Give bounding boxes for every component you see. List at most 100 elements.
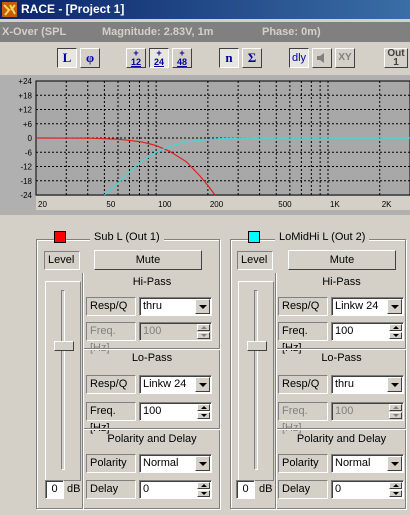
y-tick-label: -12 [20, 163, 32, 172]
channel-1-hp-resp-select[interactable]: thru [139, 297, 212, 316]
channel-1-mute-button[interactable]: Mute [94, 250, 202, 270]
xy-button[interactable]: XY [335, 48, 355, 68]
channel-1-pd-title: Polarity and Delay [107, 433, 197, 445]
spinner-icon[interactable] [389, 482, 402, 497]
slope-12-label: 12 [130, 57, 141, 67]
channel-2-hp-resp-label: Resp/Q [278, 297, 328, 316]
app-icon [2, 2, 17, 17]
speaker-icon[interactable] [312, 48, 332, 68]
channel-1-polarity-label: Polarity [86, 454, 136, 473]
channel-1-lp-freq-label: Freq.[Hz] [86, 402, 136, 434]
channel-2-hp-resp-value: Linkw 24 [335, 300, 379, 312]
channel-2-pd-title: Polarity and Delay [296, 433, 387, 445]
channel-2-lp-freq-value: 100 [335, 405, 354, 417]
y-tick-label: -6 [25, 148, 33, 157]
n-button[interactable]: n [219, 48, 239, 68]
channel-2-level-unit: dB [259, 483, 273, 495]
channel-2-lp-freq-input: 100 [331, 402, 404, 421]
delay-button[interactable]: dly [289, 48, 309, 68]
section-separator [84, 428, 220, 430]
channel-1-hp-resp-value: thru [143, 300, 162, 312]
dropdown-arrow-icon[interactable] [387, 377, 402, 392]
level-view-button[interactable]: L [57, 48, 77, 68]
channel-2-polarity-label: Polarity [278, 454, 328, 473]
channel-2-delay-value: 0 [335, 483, 342, 495]
x-tick-label: 20 [38, 200, 47, 209]
channel-1-delay-label: Delay [86, 480, 136, 499]
channel-2-hp-freq-input[interactable]: 100 [331, 322, 404, 341]
view-name: X-Over (SPL [2, 26, 67, 38]
channel-2-hp-freq-label: Freq.[Hz] [278, 322, 328, 354]
channel-1-level-slider[interactable] [45, 281, 81, 481]
channel-1-hp-resp-label: Resp/Q [86, 297, 136, 316]
info-bar: X-Over (SPL Magnitude: 2.83V, 1m Phase: … [0, 22, 410, 42]
section-separator [84, 348, 220, 350]
channel-1-lp-resp-select[interactable]: Linkw 24 [139, 375, 212, 394]
level-view-label: L [62, 50, 72, 65]
channel-1-lp-resp-label: Resp/Q [86, 375, 136, 394]
channel-2-hp-freq-value: 100 [335, 325, 354, 337]
channel-2-level-value[interactable]: 0 [236, 480, 255, 499]
channel-2-hp-resp-select[interactable]: Linkw 24 [331, 297, 404, 316]
channel-1-hipass-title: Hi-Pass [132, 276, 172, 288]
x-tick-label: 2K [382, 200, 392, 209]
y-tick-label: -18 [20, 177, 32, 186]
y-tick-label: +24 [18, 77, 32, 86]
dropdown-arrow-icon[interactable] [387, 456, 402, 471]
channel-2-lp-resp-select[interactable]: thru [331, 375, 404, 394]
channel-2-level-slider[interactable] [238, 281, 274, 481]
spinner-icon[interactable] [389, 324, 402, 339]
channel-1-lp-freq-input[interactable]: 100 [139, 402, 212, 421]
phase-view-button[interactable]: φ [80, 48, 100, 68]
x-tick-label: 100 [158, 200, 172, 209]
channel-1-delay-value: 0 [143, 483, 150, 495]
dropdown-arrow-icon[interactable] [195, 377, 210, 392]
dropdown-arrow-icon[interactable] [195, 299, 210, 314]
y-tick-label: +6 [23, 120, 33, 129]
output-select-button[interactable]: Out 1 [384, 48, 408, 68]
channel-1-lp-resp-value: Linkw 24 [143, 378, 187, 390]
xy-label: XY [338, 52, 352, 63]
dropdown-arrow-icon[interactable] [195, 456, 210, 471]
channel-2-level-label: Level [237, 251, 273, 270]
frequency-response-graph[interactable]: +24 +18 +12 +6 0 -6 -12 -18 -24 20 50 100 200 500 1K 2K [0, 75, 410, 215]
channel-2-delay-input[interactable]: 0 [331, 480, 404, 499]
channel-2-polarity-value: Normal [335, 457, 371, 469]
channel-2-lp-freq-label: Freq.[Hz] [278, 402, 328, 434]
y-tick-label: -24 [20, 191, 32, 200]
channel-2-polarity-select[interactable]: Normal [331, 454, 404, 473]
slope-24-button[interactable]: +24 [149, 48, 169, 68]
spinner-icon[interactable] [197, 482, 210, 497]
x-tick-label: 1K [330, 200, 340, 209]
window-title: RACE - [Project 1] [21, 2, 125, 16]
channel-2-mute-button[interactable]: Mute [288, 250, 396, 270]
spinner-icon[interactable] [197, 404, 210, 419]
output-number: 1 [393, 57, 399, 68]
x-tick-label: 200 [210, 200, 224, 209]
y-tick-label: 0 [28, 134, 33, 143]
channel-2-title: LoMidHi L (Out 2) [275, 231, 370, 243]
sum-button[interactable]: Σ [242, 48, 262, 68]
slope-48-button[interactable]: +48 [172, 48, 192, 68]
channel-2-slider-thumb[interactable] [247, 341, 267, 351]
x-tick-label: 500 [278, 200, 292, 209]
delay-label: dly [291, 52, 307, 64]
channel-2-divider [275, 273, 277, 509]
channel-1-hp-freq-input: 100 [139, 322, 212, 341]
channel-2-slider-track [254, 290, 258, 470]
toolbar: L φ +12 +24 +48 n Σ dly XY Out 1 [0, 43, 410, 73]
title-bar[interactable]: RACE - [Project 1] [0, 0, 410, 19]
graph-canvas: +24 +18 +12 +6 0 -6 -12 -18 -24 20 50 100 200 500 1K 2K [18, 77, 410, 210]
dropdown-arrow-icon[interactable] [387, 299, 402, 314]
channel-1-level-unit: dB [67, 483, 81, 495]
channel-1-slider-thumb[interactable] [54, 341, 74, 351]
phase-text: Phase: 0m) [262, 26, 321, 38]
channel-1-slider-track [61, 290, 65, 470]
slope-12-button[interactable]: +12 [126, 48, 146, 68]
channel-1-delay-input[interactable]: 0 [139, 480, 212, 499]
channel-1-color-swatch [54, 231, 66, 243]
channel-1-polarity-select[interactable]: Normal [139, 454, 212, 473]
channel-1-level-value[interactable]: 0 [45, 480, 64, 499]
channel-1-title: Sub L (Out 1) [90, 231, 164, 243]
channel-1-hp-freq-label: Freq.[Hz] [86, 322, 136, 354]
